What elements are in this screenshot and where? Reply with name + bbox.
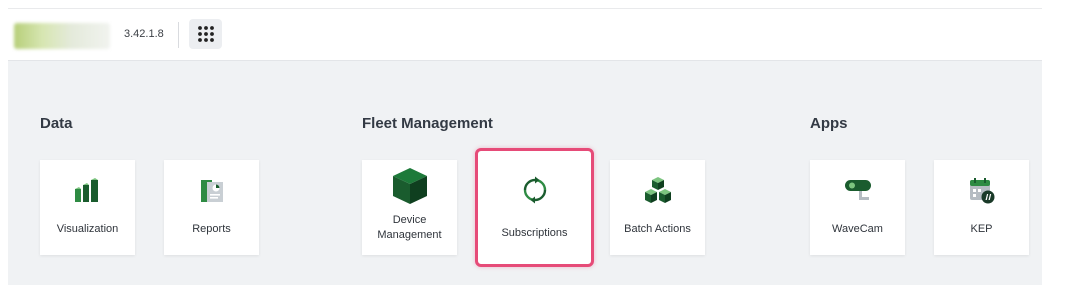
tile-label: Device Management bbox=[377, 214, 442, 241]
tile-label: Visualization bbox=[56, 223, 119, 235]
cube-icon bbox=[392, 168, 427, 204]
version-label: 3.42.1.8 bbox=[124, 28, 164, 40]
tile-device-management[interactable]: Device Management bbox=[362, 160, 457, 255]
top-bar: 3.42.1.8 bbox=[8, 8, 1042, 61]
calendar-icon bbox=[969, 178, 994, 204]
tile-label: WaveCam bbox=[832, 223, 883, 235]
tile-label: Subscriptions bbox=[501, 227, 568, 239]
tile-label: KEP bbox=[970, 223, 993, 235]
stacked-cubes-icon bbox=[644, 177, 671, 203]
tile-wavecam[interactable]: WaveCam bbox=[810, 160, 905, 255]
header-divider bbox=[178, 22, 179, 48]
apps-menu-button[interactable] bbox=[189, 19, 222, 49]
bar-chart-icon bbox=[74, 178, 98, 202]
tile-label: Batch Actions bbox=[624, 223, 691, 235]
report-document-icon bbox=[200, 180, 223, 202]
tile-subscriptions[interactable]: Subscriptions bbox=[475, 148, 594, 267]
tile-visualization[interactable]: Visualization bbox=[40, 160, 135, 255]
tile-kep[interactable]: KEP bbox=[934, 160, 1029, 255]
section-title-fleet-management: Fleet Management bbox=[362, 115, 493, 132]
tile-reports[interactable]: Reports bbox=[164, 160, 259, 255]
refresh-cycle-icon bbox=[523, 176, 546, 204]
camera-icon bbox=[844, 180, 871, 200]
grid-dots-icon bbox=[197, 26, 214, 42]
tile-batch-actions[interactable]: Batch Actions bbox=[610, 160, 705, 255]
tile-label: Reports bbox=[192, 223, 231, 235]
section-title-data: Data bbox=[40, 115, 73, 132]
company-logo[interactable] bbox=[14, 23, 110, 49]
section-title-apps: Apps bbox=[810, 115, 848, 132]
